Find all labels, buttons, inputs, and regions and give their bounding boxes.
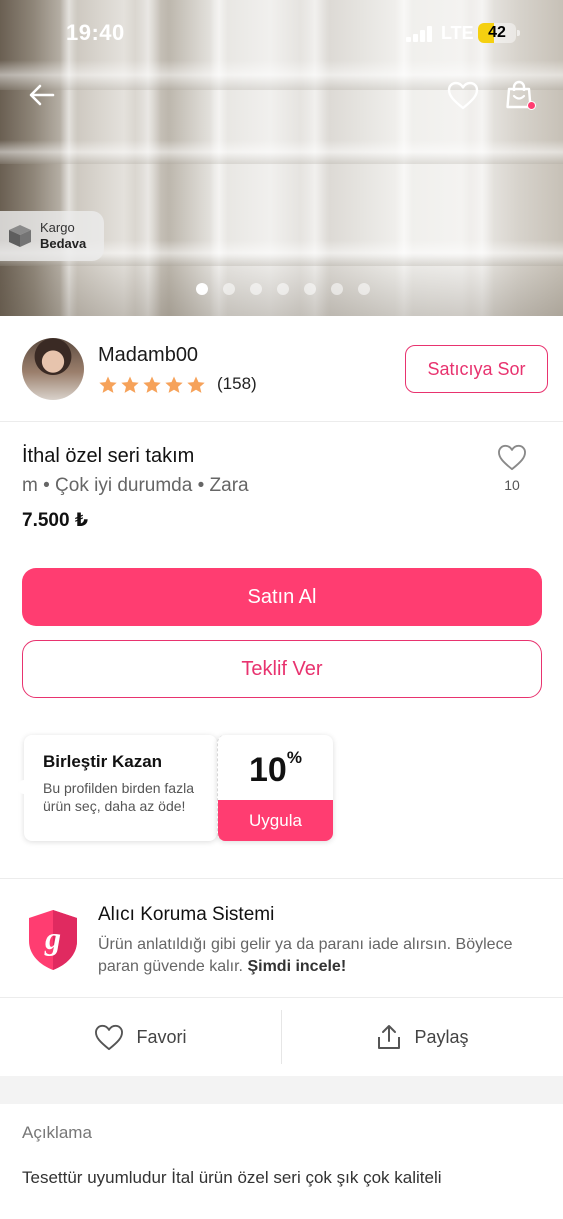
cargo-box-icon bbox=[9, 225, 31, 247]
star-icon bbox=[165, 376, 183, 393]
coupon-title: Birleştir Kazan bbox=[43, 752, 163, 771]
carousel-dot[interactable] bbox=[250, 283, 262, 295]
like-button[interactable]: 10 bbox=[490, 444, 534, 493]
seller-rating-stars bbox=[98, 375, 206, 395]
carousel-dot[interactable] bbox=[304, 283, 316, 295]
star-icon bbox=[143, 376, 161, 393]
heart-icon bbox=[447, 81, 479, 109]
seller-name[interactable]: Madamb00 bbox=[98, 344, 198, 367]
protection-title: Alıcı Koruma Sistemi bbox=[98, 904, 275, 925]
action-bar: Favori Paylaş bbox=[0, 998, 563, 1076]
carousel-dot[interactable] bbox=[331, 283, 343, 295]
back-arrow-icon bbox=[29, 84, 55, 106]
status-bar: 19:40 LTE 42 bbox=[0, 0, 563, 60]
seller-avatar[interactable] bbox=[22, 338, 84, 400]
product-meta: m • Çok iyi durumda • Zara bbox=[22, 475, 249, 496]
coupon-percent: 10% bbox=[249, 747, 302, 789]
heart-icon bbox=[498, 444, 526, 471]
share-action[interactable]: Paylaş bbox=[282, 998, 563, 1076]
free-label: Bedava bbox=[40, 236, 87, 251]
description-text: Tesettür uyumludur İtal ürün özel seri ç… bbox=[22, 1168, 442, 1187]
product-price: 7.500 ₺ bbox=[22, 510, 89, 531]
svg-text:g: g bbox=[44, 920, 61, 956]
share-icon bbox=[378, 1025, 401, 1049]
free-shipping-badge: Kargo Bedava bbox=[0, 211, 104, 261]
status-time: 19:40 bbox=[66, 20, 125, 45]
network-type: LTE bbox=[441, 23, 474, 43]
share-label: Paylaş bbox=[414, 1026, 469, 1047]
cart-button[interactable] bbox=[499, 75, 539, 115]
apply-coupon-button[interactable]: Uygula bbox=[218, 800, 333, 841]
section-divider bbox=[0, 1076, 563, 1104]
seller-section: Madamb00 (158) Satıcıya Sor bbox=[0, 316, 563, 422]
product-image-carousel[interactable]: 19:40 LTE 42 Kargo Bedava bbox=[0, 0, 563, 316]
buyer-protection-section: g Alıcı Koruma Sistemi Ürün anlatıldığı … bbox=[0, 878, 563, 998]
carousel-dot[interactable] bbox=[196, 283, 208, 295]
coupon-description: Bu profilden birden fazla ürün seç, daha… bbox=[43, 780, 194, 814]
star-icon bbox=[121, 376, 139, 393]
inspect-now-link[interactable]: Şimdi incele! bbox=[247, 958, 346, 975]
cargo-label: Kargo bbox=[40, 220, 75, 235]
favorite-button[interactable] bbox=[443, 75, 483, 115]
carousel-dot[interactable] bbox=[358, 283, 370, 295]
ask-seller-button[interactable]: Satıcıya Sor bbox=[405, 345, 548, 393]
shield-icon: g bbox=[29, 910, 77, 970]
description-label: Açıklama bbox=[22, 1123, 92, 1142]
bundle-discount-coupon: Birleştir Kazan Bu profilden birden fazl… bbox=[18, 735, 333, 841]
back-button[interactable] bbox=[22, 75, 62, 115]
star-icon bbox=[187, 376, 205, 393]
star-icon bbox=[99, 376, 117, 393]
favorite-action[interactable]: Favori bbox=[0, 998, 281, 1076]
carousel-dot[interactable] bbox=[223, 283, 235, 295]
battery-icon: 42 bbox=[478, 23, 520, 43]
favorite-label: Favori bbox=[136, 1026, 187, 1047]
cart-notification-dot bbox=[527, 101, 536, 110]
like-count: 10 bbox=[504, 477, 520, 493]
battery-level: 42 bbox=[488, 24, 506, 41]
seller-rating-count[interactable]: (158) bbox=[217, 374, 257, 394]
carousel-indicator[interactable] bbox=[196, 283, 370, 295]
protection-description: Ürün anlatıldığı gibi gelir ya da paranı… bbox=[98, 936, 513, 975]
make-offer-button[interactable]: Teklif Ver bbox=[22, 640, 542, 698]
buy-button[interactable]: Satın Al bbox=[22, 568, 542, 626]
heart-icon bbox=[95, 1024, 124, 1050]
signal-icon bbox=[406, 26, 434, 42]
carousel-dot[interactable] bbox=[277, 283, 289, 295]
product-title: İthal özel seri takım bbox=[22, 445, 195, 467]
